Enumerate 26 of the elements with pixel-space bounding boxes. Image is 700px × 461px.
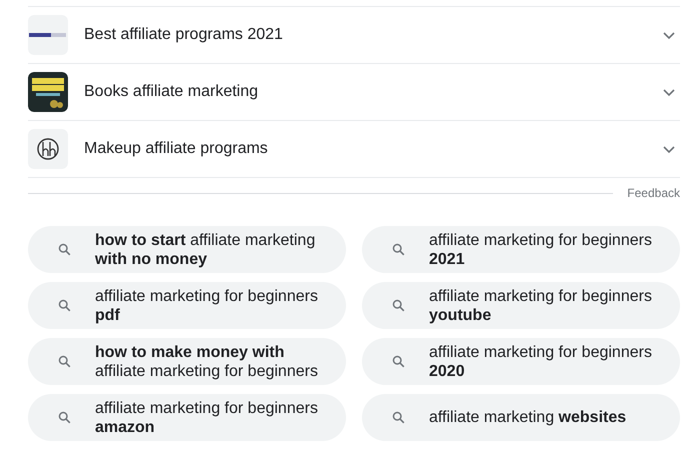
chevron-icon[interactable] bbox=[662, 144, 676, 154]
search-icon bbox=[57, 298, 72, 313]
logo-thumbnail bbox=[28, 15, 68, 55]
search-icon bbox=[391, 410, 406, 425]
search-icon bbox=[391, 354, 406, 369]
question-text: Makeup affiliate programs bbox=[84, 140, 269, 158]
related-search-chip[interactable]: affiliate marketing for beginners 2020 bbox=[362, 338, 680, 385]
related-search-chip[interactable]: affiliate marketing for beginners youtube bbox=[362, 282, 680, 329]
search-icon bbox=[391, 298, 406, 313]
circle-logo-thumbnail bbox=[28, 129, 68, 169]
related-search-chip[interactable]: how to start affiliate marketing with no money bbox=[28, 226, 346, 273]
search-icon bbox=[57, 354, 72, 369]
related-search-chip[interactable]: affiliate marketing websites bbox=[362, 394, 680, 441]
chevron-icon[interactable] bbox=[662, 30, 676, 40]
search-icon bbox=[391, 242, 406, 257]
related-search-chip[interactable]: affiliate marketing for beginners 2021 bbox=[362, 226, 680, 273]
search-icon bbox=[57, 410, 72, 425]
related-search-chip[interactable]: affiliate marketing for beginners pdf bbox=[28, 282, 346, 329]
related-search-chip[interactable]: how to make money with affiliate marketing for beginners bbox=[28, 338, 346, 385]
question-text: Books affiliate marketing bbox=[84, 83, 260, 101]
related-search-chip[interactable]: affiliate marketing for beginners amazon bbox=[28, 394, 346, 441]
chevron-icon[interactable] bbox=[662, 87, 676, 97]
question-text: Best affiliate programs 2021 bbox=[84, 26, 284, 44]
book-cover-thumbnail bbox=[28, 72, 68, 112]
search-icon bbox=[57, 242, 72, 257]
feedback-link[interactable]: Feedback bbox=[627, 186, 680, 200]
